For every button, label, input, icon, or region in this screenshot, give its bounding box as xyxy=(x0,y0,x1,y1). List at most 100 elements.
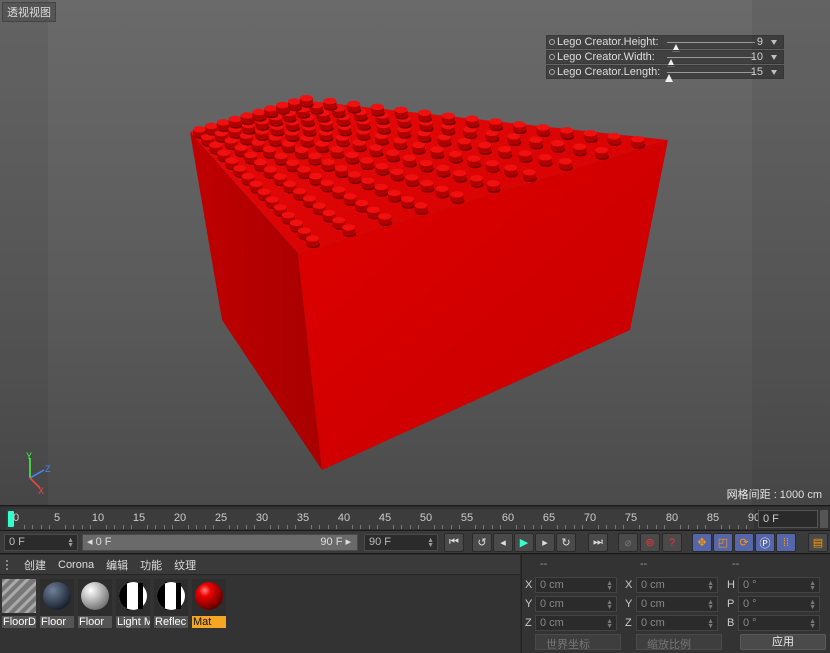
dropdown-arrow-icon[interactable] xyxy=(771,70,777,75)
position-z-field[interactable]: 0 cm ▲ ▼ xyxy=(535,615,617,631)
playhead[interactable] xyxy=(8,511,14,527)
brick-stud xyxy=(504,164,519,178)
timeline-minor-tick xyxy=(450,525,452,529)
move-icon: ✥ xyxy=(697,537,707,549)
timeline-minor-tick xyxy=(581,525,583,529)
timeline-tick-label: 60 xyxy=(501,512,515,524)
brick-stud xyxy=(430,146,445,160)
menu-function[interactable]: 功能 xyxy=(140,557,162,573)
rotation-b-field[interactable]: 0 ° ▲ ▼ xyxy=(738,615,820,631)
brick-stud xyxy=(370,103,385,117)
coord-label: P xyxy=(727,598,735,610)
preview-range-slider[interactable]: ◂ 0 F 90 F ▸ xyxy=(82,534,358,551)
material-mat[interactable]: Mat xyxy=(192,579,226,628)
size-y-field[interactable]: 0 cm ▲ ▼ xyxy=(636,596,718,612)
key-forward-icon: ↻ xyxy=(561,537,571,549)
brick-stud xyxy=(485,159,500,173)
position-y-field[interactable]: 0 cm ▲ ▼ xyxy=(535,596,617,612)
size-x-field[interactable]: 0 cm ▲ ▼ xyxy=(636,577,718,593)
material-floor-dark[interactable]: Floor xyxy=(40,579,74,628)
go-to-end-button[interactable]: ⏭ xyxy=(588,533,608,552)
param-length[interactable]: Lego Creator.Length: 15 xyxy=(546,65,784,82)
skip-forward-icon: ⏭ xyxy=(593,536,603,548)
perspective-viewport[interactable]: 透视视图 Lego Creator.Height: 9 Lego Creator… xyxy=(0,0,830,506)
brick-stud xyxy=(485,129,500,143)
spinner-icon[interactable]: ▲ ▼ xyxy=(427,537,434,549)
material-menu-bar: 创建 Corona 编辑 功能 纹理 xyxy=(0,555,520,575)
timeline[interactable]: 0 5 10 15 20 25 30 35 40 45 50 55 60 65 70 75 80 85 90 0 F xyxy=(0,507,830,531)
coord-label: Y xyxy=(525,598,533,610)
brick-stud xyxy=(378,213,393,227)
menu-corona[interactable]: Corona xyxy=(58,559,94,571)
next-key-button[interactable]: ↻ xyxy=(556,533,576,552)
brick-stud xyxy=(522,169,537,182)
menu-create[interactable]: 创建 xyxy=(24,557,46,573)
auto-key-button[interactable]: ? xyxy=(662,533,682,552)
timeline-tick-label: 25 xyxy=(214,512,228,524)
param-height[interactable]: Lego Creator.Height: 9 xyxy=(546,35,784,52)
brick-stud xyxy=(518,150,533,163)
play-button[interactable]: ▶ xyxy=(514,533,534,552)
go-to-start-button[interactable]: ⏮ xyxy=(444,533,464,552)
timeline-tick-label: 15 xyxy=(132,512,146,524)
next-frame-button[interactable]: ▸ xyxy=(535,533,555,552)
timeline-window-button[interactable]: ▤ xyxy=(808,533,828,552)
step-forward-icon: ▸ xyxy=(542,537,548,549)
start-frame-field[interactable]: 0 F ▲ ▼ xyxy=(4,534,78,551)
prev-key-button[interactable]: ↺ xyxy=(472,533,492,552)
brick-stud xyxy=(401,195,416,209)
material-floor-light[interactable]: Floor xyxy=(78,579,112,628)
brick-stud xyxy=(573,143,588,157)
world-coordinates-dropdown[interactable]: 世界坐标 xyxy=(535,634,621,651)
dropdown-arrow-icon[interactable] xyxy=(771,55,777,60)
current-frame-field[interactable]: 0 F xyxy=(758,510,818,528)
move-key-button[interactable]: ✥ xyxy=(692,533,712,552)
menu-edit[interactable]: 编辑 xyxy=(106,557,128,573)
slider-knob-icon[interactable] xyxy=(664,74,673,82)
prev-frame-button[interactable]: ◂ xyxy=(493,533,513,552)
timeline-minor-tick xyxy=(565,525,567,529)
grid-dots-icon: ⁞⁞ xyxy=(782,536,790,549)
material-reflec[interactable]: Reflec xyxy=(154,579,188,628)
param-length-value[interactable]: 15 xyxy=(733,66,763,78)
brick-stud xyxy=(560,127,575,141)
rotate-key-button[interactable]: ⟳ xyxy=(734,533,754,552)
rotation-h-field[interactable]: 0 ° ▲ ▼ xyxy=(738,577,820,593)
brick-stud xyxy=(448,150,463,164)
dropdown-arrow-icon[interactable] xyxy=(771,40,777,45)
timeline-tick-label: 45 xyxy=(378,512,392,524)
timeline-minor-tick xyxy=(319,525,321,529)
apply-button[interactable]: 应用 xyxy=(740,634,826,650)
rotation-p-field[interactable]: 0 ° ▲ ▼ xyxy=(738,596,820,612)
brick-stud xyxy=(394,106,409,120)
brick-stud xyxy=(453,169,468,183)
pla-key-button[interactable]: ⁞⁞ xyxy=(776,533,796,552)
grip-icon[interactable] xyxy=(6,559,12,570)
material-floord[interactable]: FloorD xyxy=(0,573,42,628)
scale-dropdown[interactable]: 缩放比例 xyxy=(636,634,722,651)
timeline-scrollbar[interactable] xyxy=(820,510,828,528)
position-x-field[interactable]: 0 cm ▲ ▼ xyxy=(535,577,617,593)
brick-stud xyxy=(486,180,501,194)
scale-key-button[interactable]: ◰ xyxy=(713,533,733,552)
param-height-value[interactable]: 9 xyxy=(733,36,763,48)
coord-label: Z xyxy=(625,617,632,629)
timeline-minor-tick xyxy=(540,525,542,529)
brick-stud xyxy=(294,146,309,160)
keyframe-button[interactable]: ⌀ xyxy=(618,533,638,552)
menu-texture[interactable]: 纹理 xyxy=(174,557,196,573)
timeline-tick-label: 65 xyxy=(542,512,556,524)
param-width[interactable]: Lego Creator.Width: 10 xyxy=(546,50,784,67)
material-label: Floor xyxy=(40,616,74,628)
param-width-value[interactable]: 10 xyxy=(733,51,763,63)
end-frame-field[interactable]: 90 F ▲ ▼ xyxy=(364,534,438,551)
spinner-icon[interactable]: ▲ ▼ xyxy=(67,537,74,549)
step-back-icon: ◂ xyxy=(500,537,506,549)
timeline-ruler[interactable]: 0 5 10 15 20 25 30 35 40 45 50 55 60 65 70 75 80 85 90 xyxy=(6,509,760,529)
brick-stud xyxy=(419,159,434,173)
material-light-m[interactable]: Light M xyxy=(116,579,150,628)
timeline-minor-tick xyxy=(499,525,501,529)
size-z-field[interactable]: 0 cm ▲ ▼ xyxy=(636,615,718,631)
record-button[interactable]: ⊚ xyxy=(640,533,660,552)
param-key-button[interactable]: Ⓟ xyxy=(755,533,775,552)
